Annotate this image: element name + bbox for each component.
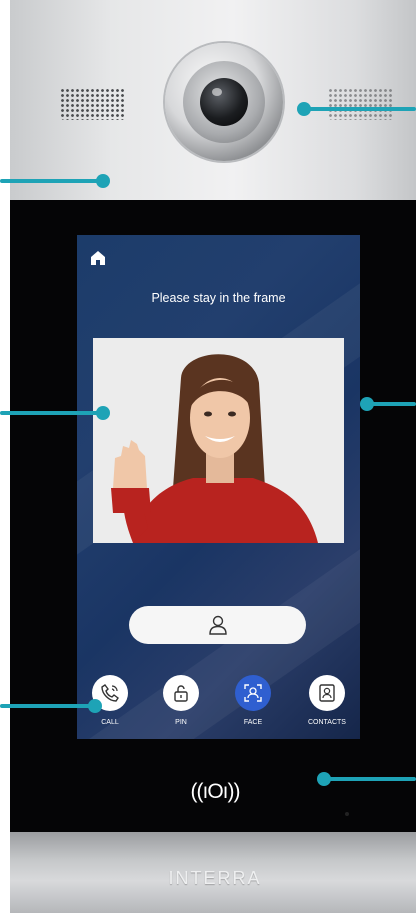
pin-button[interactable]: PIN [151, 675, 211, 726]
face-scan-icon [235, 675, 271, 711]
home-icon[interactable] [90, 250, 106, 266]
call-label: CALL [101, 719, 119, 726]
callout-dot [317, 772, 331, 786]
camera [165, 43, 283, 161]
callout-line [305, 107, 416, 111]
callout-dot [96, 174, 110, 188]
callout-line [368, 402, 416, 406]
action-bar: CALL PIN FACE CONTACTS [77, 675, 360, 735]
face-capture-button[interactable] [129, 606, 306, 644]
lens-glint [212, 88, 222, 96]
status-led [345, 812, 349, 816]
face-label: FACE [243, 719, 263, 726]
unlock-icon [163, 675, 199, 711]
pin-label: PIN [175, 719, 187, 726]
nfc-reader-symbol: ((ıOı)) [190, 780, 241, 803]
face-preview-image [93, 338, 344, 543]
callout-dot [96, 406, 110, 420]
callout-dot [297, 102, 311, 116]
callout-line [0, 411, 104, 415]
touch-screen: Please stay in the frame CALL PIN FACE C… [77, 235, 360, 739]
contacts-icon [309, 675, 345, 711]
user-icon [209, 615, 227, 635]
prompt-text: Please stay in the frame [151, 291, 286, 305]
contacts-button[interactable]: CONTACTS [297, 675, 357, 726]
speaker-grille-right [328, 88, 394, 120]
face-button[interactable]: FACE [223, 675, 283, 726]
callout-dot [88, 699, 102, 713]
callout-line [0, 179, 104, 183]
contacts-label: CONTACTS [308, 719, 346, 726]
callout-dot [360, 397, 374, 411]
speaker-grille-left [60, 88, 126, 120]
callout-line [0, 704, 96, 708]
callout-line [325, 777, 416, 781]
camera-lens [200, 78, 248, 126]
brand-logo: INTERRA [168, 868, 262, 888]
camera-preview-frame [93, 338, 344, 543]
